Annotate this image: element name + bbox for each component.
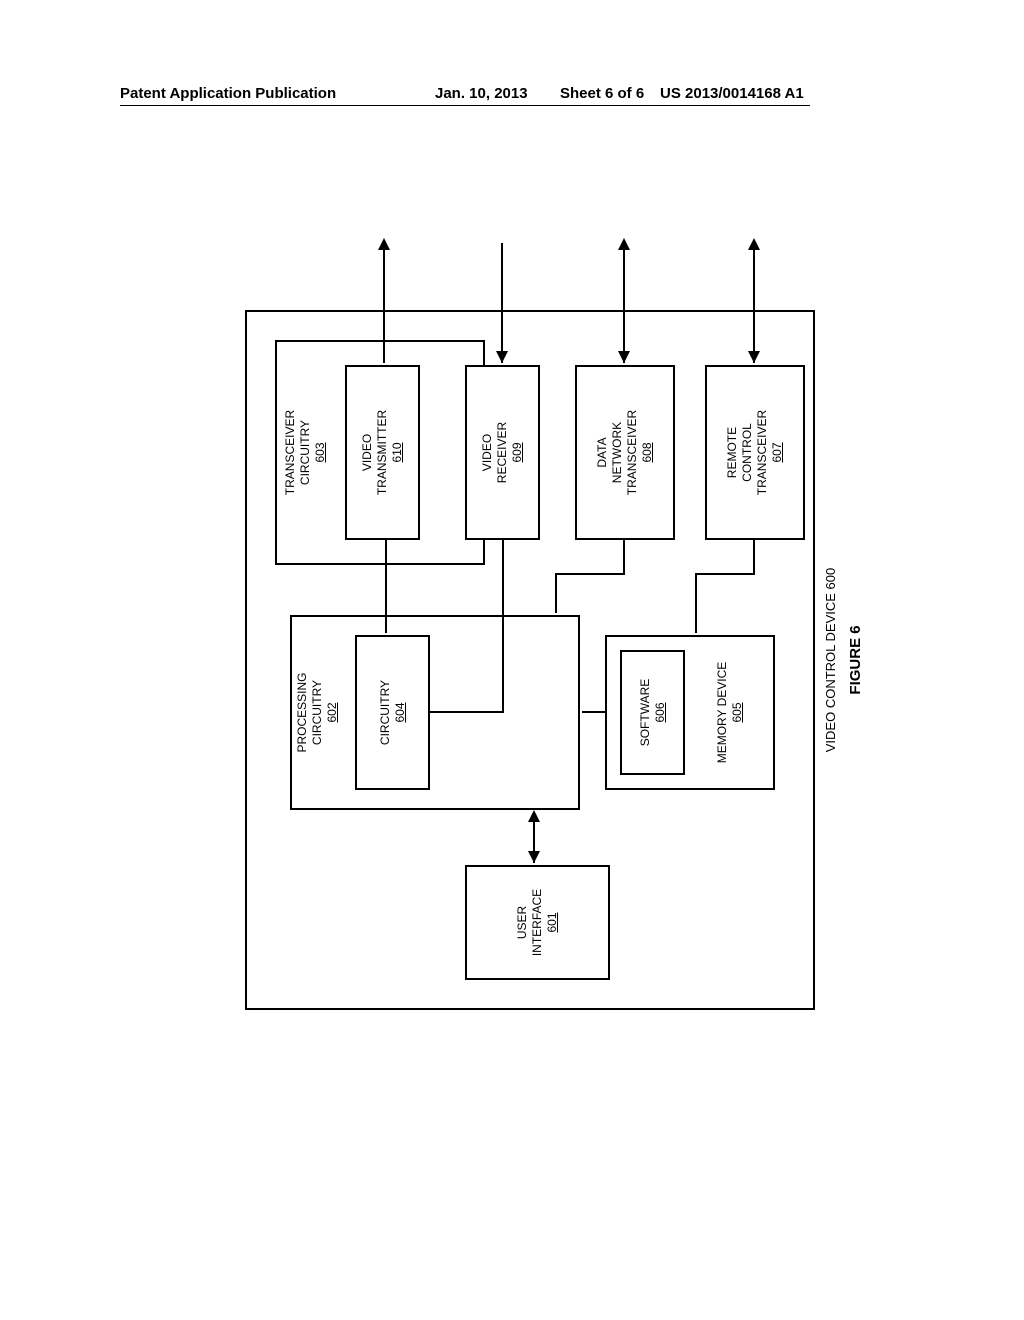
header-rule (120, 105, 810, 106)
remote-control-transceiver-box: REMOTE CONTROL TRANSCEIVER 607 (705, 365, 805, 540)
connector-mem-rc-h (695, 575, 697, 633)
circuitry-ref: 604 (393, 702, 408, 722)
transceiver-ref: 603 (313, 442, 327, 462)
user-interface-name: USER INTERFACE (515, 889, 545, 956)
arrow-out-vt-icon (378, 238, 390, 250)
header-left: Patent Application Publication (120, 85, 336, 102)
connector-rc-io (753, 243, 755, 363)
processing-circuitry-label: PROCESSING CIRCUITRY 602 (295, 615, 340, 810)
connector-proc-dn-v (555, 573, 625, 575)
video-transmitter-ref: 610 (390, 442, 405, 462)
arrow-dn-in-icon (618, 351, 630, 363)
software-ref: 606 (653, 702, 668, 722)
video-transmitter-box: VIDEO TRANSMITTER 610 (345, 365, 420, 540)
memory-ref: 605 (730, 702, 744, 722)
connector-vt-out (383, 243, 385, 363)
connector-mem-rc-v (695, 573, 755, 575)
video-receiver-name: VIDEO RECEIVER (480, 422, 510, 483)
transceiver-name: TRANSCEIVER CIRCUITRY (283, 340, 313, 565)
connector-circ-vt (385, 540, 387, 633)
processing-name: PROCESSING CIRCUITRY (295, 615, 325, 810)
connector-proc-mem (582, 711, 605, 713)
header-sheet: Sheet 6 of 6 (560, 85, 644, 102)
transceiver-circuitry-label: TRANSCEIVER CIRCUITRY 603 (283, 340, 328, 565)
arrow-rc-out-icon (748, 238, 760, 250)
memory-device-label: MEMORY DEVICE 605 (715, 635, 745, 790)
connector-mem-rc-h2 (753, 540, 755, 575)
connector-proc-dn-h (555, 573, 557, 613)
memory-name: MEMORY DEVICE (715, 635, 730, 790)
arrow-in-vr-icon (496, 351, 508, 363)
data-network-ref: 608 (640, 442, 655, 462)
header-pubnum: US 2013/0014168 A1 (660, 85, 804, 102)
video-receiver-ref: 609 (510, 442, 525, 462)
remote-control-name: REMOTE CONTROL TRANSCEIVER (725, 410, 770, 495)
arrow-left-icon (528, 851, 540, 863)
connector-proc-dn-h2 (623, 540, 625, 575)
video-receiver-box: VIDEO RECEIVER 609 (465, 365, 540, 540)
circuitry-name: CIRCUITRY (378, 680, 393, 745)
circuitry-box: CIRCUITRY 604 (355, 635, 430, 790)
arrow-rc-in-icon (748, 351, 760, 363)
user-interface-ref: 601 (545, 912, 560, 932)
video-transmitter-name: VIDEO TRANSMITTER (360, 410, 390, 495)
data-network-transceiver-box: DATA NETWORK TRANSCEIVER 608 (575, 365, 675, 540)
header-date: Jan. 10, 2013 (435, 85, 528, 102)
software-name: SOFTWARE (638, 679, 653, 747)
figure-label: FIGURE 6 (847, 310, 866, 1010)
software-box: SOFTWARE 606 (620, 650, 685, 775)
data-network-name: DATA NETWORK TRANSCEIVER (595, 410, 640, 495)
remote-control-ref: 607 (770, 442, 785, 462)
diagram-stage: VIDEO CONTROL DEVICE 600 FIGURE 6 USER I… (175, 310, 875, 1010)
outer-device-label: VIDEO CONTROL DEVICE 600 (823, 310, 839, 1010)
connector-bus-stub (430, 711, 502, 713)
processing-ref: 602 (325, 702, 339, 722)
user-interface-box: USER INTERFACE 601 (465, 865, 610, 980)
arrow-right-icon (528, 810, 540, 822)
connector-circ-vr (502, 540, 504, 713)
connector-vr-in (501, 243, 503, 363)
arrow-dn-out-icon (618, 238, 630, 250)
connector-dn-io (623, 243, 625, 363)
